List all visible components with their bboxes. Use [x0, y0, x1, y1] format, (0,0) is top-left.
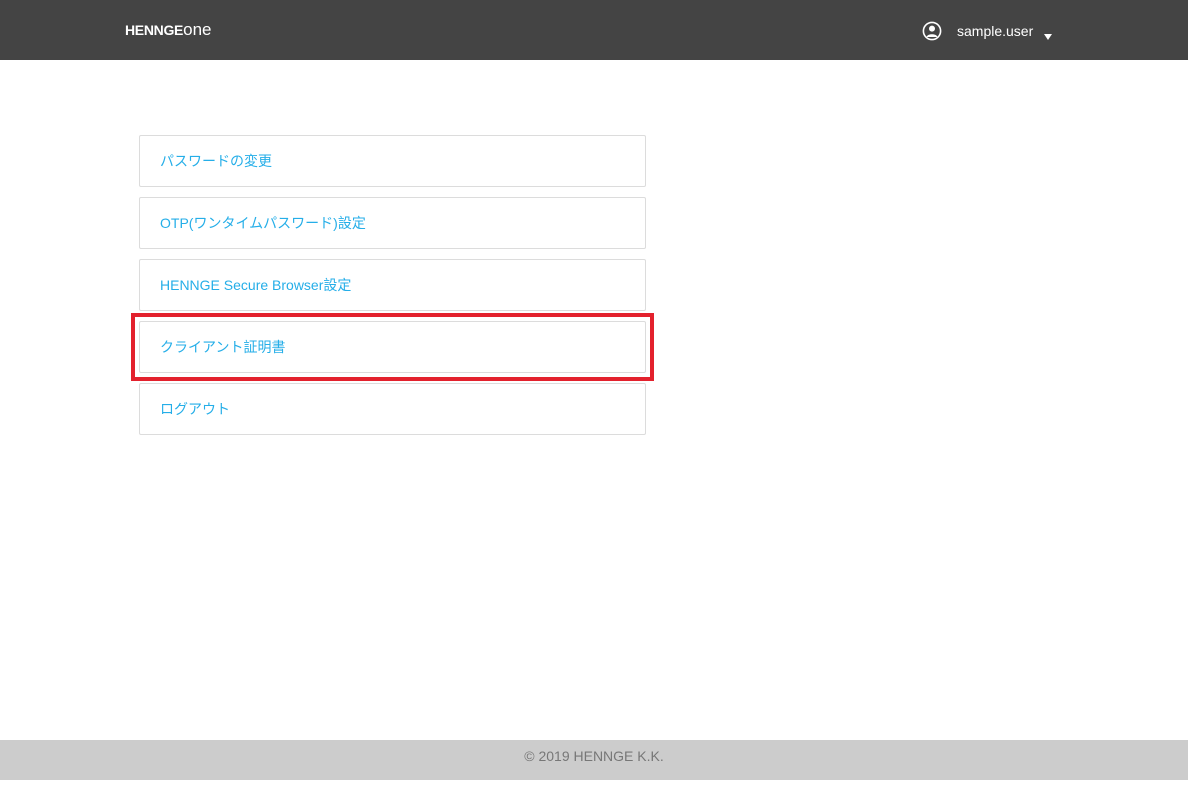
footer: © 2019 HENNGE K.K.: [0, 740, 1188, 780]
secure-browser-settings-link[interactable]: HENNGE Secure Browser設定: [139, 259, 646, 311]
change-password-link[interactable]: パスワードの変更: [139, 135, 646, 187]
copyright-text: © 2019 HENNGE K.K.: [524, 748, 664, 764]
caret-down-icon: [1043, 27, 1053, 40]
logo-text-one: one: [183, 20, 212, 39]
logout-link[interactable]: ログアウト: [139, 383, 646, 435]
otp-settings-link[interactable]: OTP(ワンタイムパスワード)設定: [139, 197, 646, 249]
top-header: HENNGEone sample.user: [0, 0, 1188, 60]
client-certificate-link[interactable]: クライアント証明書: [139, 321, 646, 373]
user-menu[interactable]: sample.user: [922, 20, 1053, 42]
settings-menu-list: パスワードの変更 OTP(ワンタイムパスワード)設定 HENNGE Secure…: [139, 135, 646, 445]
logo-text-hennge: HENNGE: [125, 22, 184, 38]
username-label: sample.user: [957, 23, 1034, 39]
user-circle-icon: [922, 21, 942, 41]
henngeone-logo[interactable]: HENNGEone: [125, 20, 211, 40]
